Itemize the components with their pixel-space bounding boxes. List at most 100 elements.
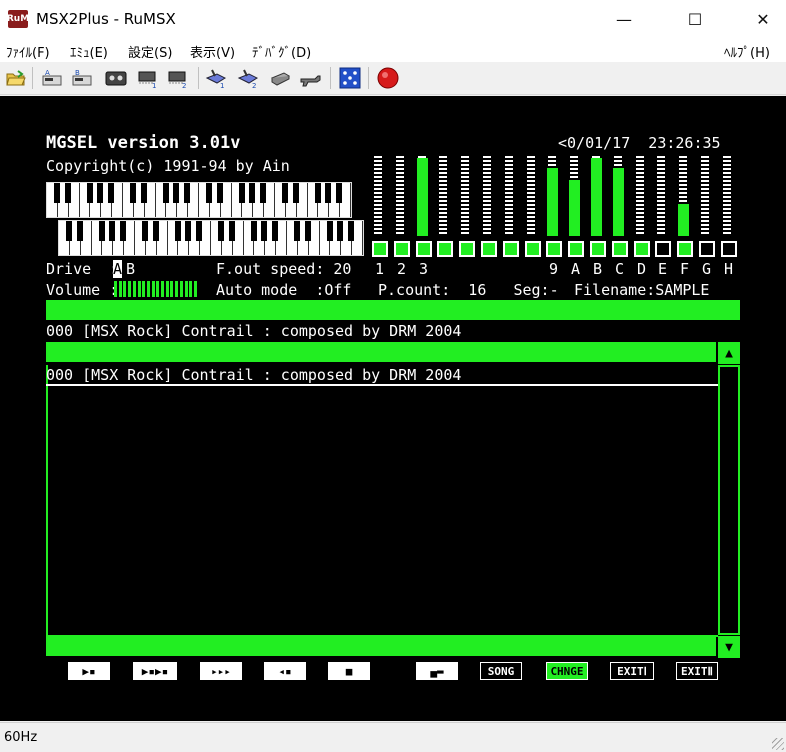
meter-tick bbox=[374, 168, 382, 170]
meter-tick bbox=[657, 224, 665, 226]
meter-tick bbox=[723, 216, 731, 218]
meter-tick bbox=[396, 232, 404, 234]
piano-white-key bbox=[102, 221, 116, 255]
disk-b-icon[interactable]: B bbox=[70, 66, 94, 90]
channel-toggle[interactable] bbox=[568, 241, 584, 257]
channel-toggle[interactable] bbox=[437, 241, 453, 257]
meter-tick bbox=[461, 184, 469, 186]
meter-tick bbox=[527, 220, 535, 222]
meter-tick bbox=[527, 212, 535, 214]
meter-tick bbox=[657, 200, 665, 202]
cartridge-1-icon[interactable]: 1 bbox=[136, 66, 160, 90]
channel-toggle[interactable] bbox=[655, 241, 671, 257]
channel-toggle[interactable] bbox=[503, 241, 519, 257]
joystick-2-icon[interactable]: 2 bbox=[236, 66, 260, 90]
menu-file[interactable]: ﾌｧｲﾙ(F) bbox=[6, 42, 50, 61]
piano-white-key bbox=[81, 221, 92, 255]
rewind-button[interactable]: ◂▪ bbox=[264, 662, 306, 680]
piano-white-key bbox=[222, 221, 235, 255]
meter-tick bbox=[505, 208, 513, 210]
meter-tick bbox=[461, 208, 469, 210]
channel-toggle[interactable] bbox=[394, 241, 410, 257]
meter-tick bbox=[483, 168, 491, 170]
meter-tick bbox=[527, 196, 535, 198]
resize-grip-icon[interactable] bbox=[772, 738, 784, 750]
piano-white-key bbox=[318, 183, 332, 217]
menu-debug[interactable]: ﾃﾞﾊﾞｸﾞ(D) bbox=[252, 42, 311, 61]
scroll-down-button[interactable]: ▼ bbox=[718, 636, 740, 658]
rumsx-app-icon[interactable]: RuM bbox=[7, 10, 29, 28]
meter-tick bbox=[614, 160, 622, 162]
play-button[interactable]: ▶▪ bbox=[68, 662, 110, 680]
msx-screen[interactable]: MGSEL version 3.01v Copyright(c) 1991-94… bbox=[0, 96, 786, 721]
channel-toggle[interactable] bbox=[459, 241, 475, 257]
meter-tick bbox=[657, 232, 665, 234]
disk-a-icon[interactable]: A bbox=[40, 66, 64, 90]
channel-meter bbox=[677, 156, 689, 236]
piano-white-key bbox=[59, 221, 72, 255]
channel-toggle[interactable] bbox=[372, 241, 388, 257]
record-icon[interactable] bbox=[376, 66, 400, 90]
exit2-button[interactable]: EXITⅡ bbox=[676, 662, 718, 680]
piano-white-key bbox=[253, 183, 267, 217]
meter-tick bbox=[483, 220, 491, 222]
printer-icon[interactable] bbox=[268, 66, 292, 90]
drive-a-option[interactable]: A bbox=[113, 260, 123, 278]
channel-toggle[interactable] bbox=[634, 241, 650, 257]
meter-tick bbox=[505, 164, 513, 166]
menu-help[interactable]: ﾍﾙﾌﾟ(H) bbox=[724, 42, 770, 61]
channel-toggle[interactable] bbox=[525, 241, 541, 257]
channel-label: 1 bbox=[375, 260, 385, 278]
song-list[interactable] bbox=[46, 365, 718, 637]
meter-tick bbox=[679, 196, 687, 198]
cartridge-2-icon[interactable]: 2 bbox=[166, 66, 190, 90]
dice-icon[interactable] bbox=[338, 66, 362, 90]
scroll-up-button[interactable]: ▲ bbox=[718, 342, 740, 364]
stop-button[interactable]: ■ bbox=[328, 662, 370, 680]
cassette-icon[interactable] bbox=[104, 66, 128, 90]
fade-button[interactable]: ▄▬ bbox=[416, 662, 458, 680]
meter-tick bbox=[657, 192, 665, 194]
channel-toggle[interactable] bbox=[677, 241, 693, 257]
fast-forward-button[interactable]: ▶▪▶▪ bbox=[133, 662, 177, 680]
list-item[interactable]: 000 [MSX Rock] Contrail : composed by DR… bbox=[46, 366, 718, 386]
channel-toggle[interactable] bbox=[481, 241, 497, 257]
channel-toggle[interactable] bbox=[612, 241, 628, 257]
gun-icon[interactable] bbox=[298, 66, 322, 90]
piano-white-key bbox=[298, 221, 311, 255]
channel-meter bbox=[394, 156, 406, 236]
meter-tick bbox=[461, 228, 469, 230]
channel-toggle[interactable] bbox=[546, 241, 562, 257]
channel-meter bbox=[612, 156, 624, 236]
volume-segment bbox=[137, 281, 141, 297]
meter-level bbox=[547, 168, 558, 236]
minimize-button[interactable]: — bbox=[601, 0, 647, 38]
channel-toggle[interactable] bbox=[721, 241, 737, 257]
meter-tick bbox=[723, 172, 731, 174]
piano-white-key bbox=[90, 183, 104, 217]
change-button[interactable]: CHNGE bbox=[546, 662, 588, 680]
joystick-1-icon[interactable]: 1 bbox=[204, 66, 228, 90]
exit1-button[interactable]: EXITⅠ bbox=[610, 662, 654, 680]
menu-settings[interactable]: 設定(S) bbox=[128, 42, 172, 61]
meter-tick bbox=[461, 160, 469, 162]
meter-tick bbox=[527, 168, 535, 170]
meter-tick bbox=[636, 208, 644, 210]
meter-tick bbox=[461, 212, 469, 214]
maximize-button[interactable]: ☐ bbox=[672, 0, 718, 38]
meter-tick bbox=[483, 228, 491, 230]
close-button[interactable]: ✕ bbox=[740, 0, 786, 38]
channel-toggle[interactable] bbox=[416, 241, 432, 257]
channel-toggle[interactable] bbox=[699, 241, 715, 257]
piano-white-key bbox=[308, 183, 321, 217]
scrollbar-track[interactable] bbox=[718, 365, 740, 635]
menu-emu[interactable]: ｴﾐｭ(E) bbox=[70, 42, 108, 61]
drive-b-option[interactable]: B bbox=[126, 260, 135, 278]
song-button[interactable]: SONG bbox=[480, 662, 522, 680]
menu-view[interactable]: 表示(V) bbox=[190, 42, 235, 61]
open-folder-icon[interactable] bbox=[4, 66, 28, 90]
next-button[interactable]: ▸▸▸ bbox=[200, 662, 242, 680]
channel-toggle[interactable] bbox=[590, 241, 606, 257]
meter-tick bbox=[636, 180, 644, 182]
meter-tick bbox=[505, 192, 513, 194]
